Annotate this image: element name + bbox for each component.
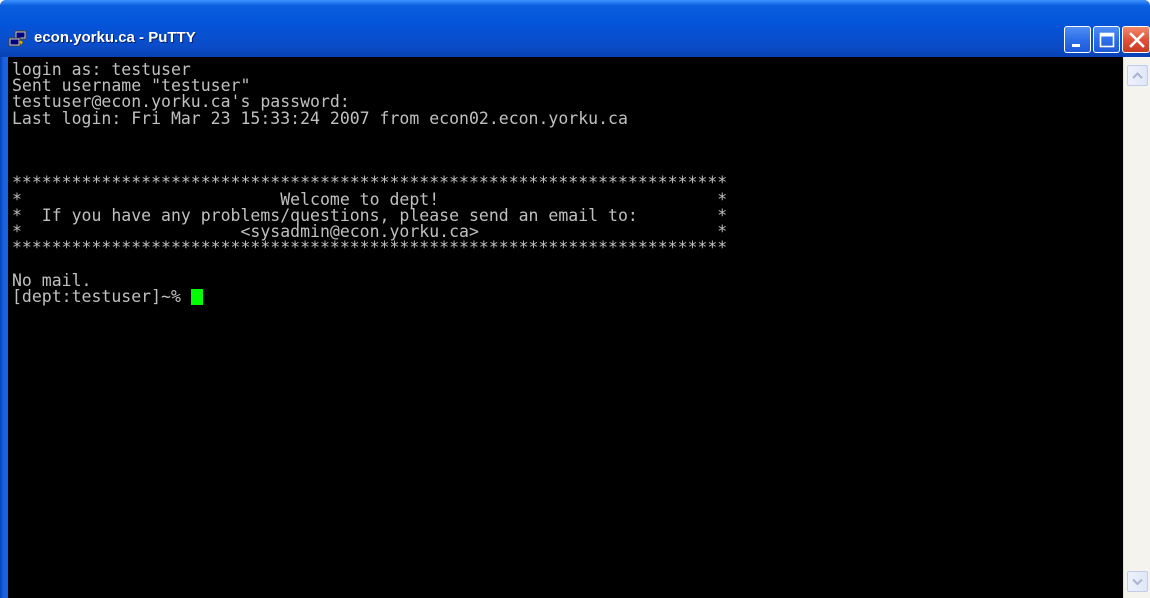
text-cursor [190, 288, 203, 305]
scroll-down-button[interactable] [1127, 571, 1148, 592]
putty-icon[interactable] [8, 30, 28, 48]
chevron-down-icon [1132, 578, 1143, 586]
page: econ.yorku.ca - PuTTY login as: testuser… [0, 0, 1150, 598]
chevron-up-icon [1132, 72, 1143, 79]
terminal-screen[interactable]: login as: testuser Sent username "testus… [8, 57, 1123, 598]
putty-window: econ.yorku.ca - PuTTY login as: testuser… [0, 0, 1150, 598]
banner-line: ****************************************… [12, 238, 728, 258]
maximize-icon [1099, 32, 1115, 48]
window-frame-left [0, 57, 8, 598]
close-icon [1129, 32, 1145, 48]
terminal-output: login as: testuser Sent username "testus… [8, 57, 1123, 305]
shell-prompt: [dept:testuser]~% [12, 286, 191, 306]
scroll-up-button[interactable] [1127, 65, 1148, 86]
maximize-button[interactable] [1093, 26, 1120, 53]
terminal-line: Last login: Fri Mar 23 15:33:24 2007 fro… [12, 108, 628, 128]
minimize-button[interactable] [1064, 26, 1091, 53]
vertical-scrollbar[interactable] [1123, 57, 1150, 598]
close-button[interactable] [1122, 26, 1150, 53]
minimize-icon [1072, 44, 1080, 47]
window-title: econ.yorku.ca - PuTTY [34, 29, 196, 46]
title-bar[interactable]: econ.yorku.ca - PuTTY [0, 0, 1150, 57]
